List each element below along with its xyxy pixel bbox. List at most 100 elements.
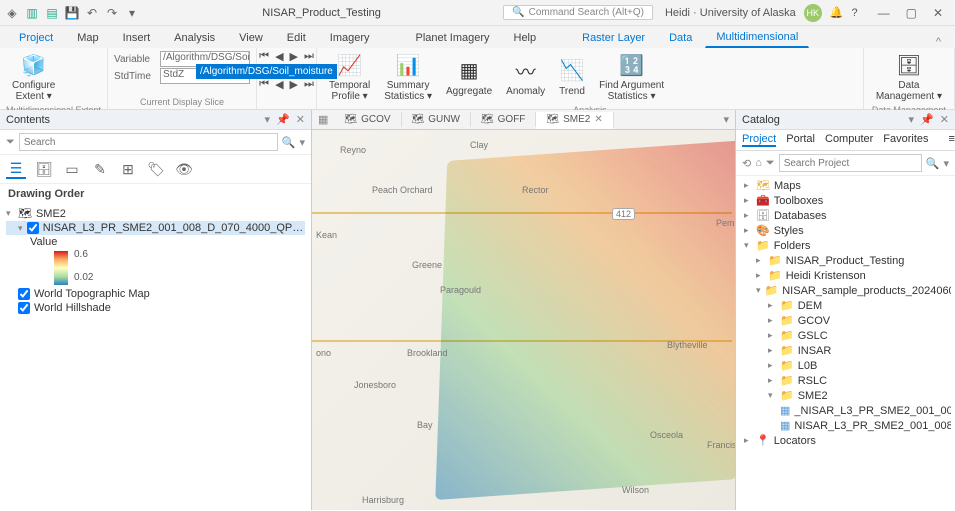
- close-icon[interactable]: ✕: [933, 6, 943, 20]
- tab-multidimensional[interactable]: Multidimensional: [705, 27, 809, 48]
- map-tab-active[interactable]: 🗺SME2✕: [536, 112, 613, 129]
- catalog-folder[interactable]: ▸📁RSLC: [740, 373, 951, 388]
- collapse-ribbon-icon[interactable]: ^: [930, 36, 947, 48]
- list-by-selection-icon[interactable]: ▭: [62, 159, 82, 179]
- list-by-labeling-icon[interactable]: 🏷: [146, 159, 166, 179]
- tab-raster-layer[interactable]: Raster Layer: [571, 28, 656, 48]
- redo-icon[interactable]: ↷: [104, 5, 120, 21]
- catalog-item-folders[interactable]: ▾📁Folders: [740, 238, 951, 253]
- catalog-dataset[interactable]: ▦_NISAR_L3_PR_SME2_001_008_D_070_4000_..…: [740, 403, 951, 418]
- last-slice-icon[interactable]: ⏭: [304, 50, 314, 63]
- filter-icon[interactable]: ⏷: [6, 136, 15, 149]
- catalog-item-databases[interactable]: ▸🗄Databases: [740, 208, 951, 223]
- qat-dropdown-icon[interactable]: ▾: [124, 5, 140, 21]
- tab-data[interactable]: Data: [658, 28, 703, 48]
- new-project-icon[interactable]: ▥: [24, 5, 40, 21]
- data-management-button[interactable]: 🗄Data Management ▾: [870, 50, 948, 104]
- close-tab-icon[interactable]: ✕: [594, 114, 602, 125]
- help-icon[interactable]: ?: [851, 7, 857, 19]
- last-slice-icon[interactable]: ⏭: [304, 78, 314, 91]
- map-tab[interactable]: 🗺GCOV: [334, 112, 401, 127]
- catalog-item-maps[interactable]: ▸🗺Maps: [740, 178, 951, 193]
- list-by-editing-icon[interactable]: ✎: [90, 159, 110, 179]
- tab-insert[interactable]: Insert: [112, 28, 162, 48]
- find-argument-button[interactable]: 🔢Find Argument Statistics ▾: [593, 50, 670, 104]
- catalog-search-input[interactable]: [779, 154, 922, 172]
- tab-analysis[interactable]: Analysis: [163, 28, 226, 48]
- catalog-tab-favorites[interactable]: Favorites: [883, 133, 928, 147]
- list-by-source-icon[interactable]: 🗄: [34, 159, 54, 179]
- close-pane-icon[interactable]: ✕: [940, 113, 949, 126]
- catalog-folder[interactable]: ▸📁NISAR_Product_Testing: [740, 253, 951, 268]
- back-icon[interactable]: ⟲: [742, 157, 751, 170]
- options-icon[interactable]: ▾: [265, 113, 271, 126]
- tab-planet-imagery[interactable]: Planet Imagery: [405, 28, 501, 48]
- autohide-icon[interactable]: 📌: [276, 113, 290, 126]
- map-tab[interactable]: 🗺GOFF: [471, 112, 536, 127]
- prev-slice-icon[interactable]: ◀: [275, 78, 283, 91]
- list-by-snapping-icon[interactable]: ⊞: [118, 159, 138, 179]
- tab-menu-icon[interactable]: ▾: [717, 113, 735, 126]
- catalog-item-locators[interactable]: ▸📍Locators: [740, 433, 951, 448]
- map-frame-item[interactable]: ▾🗺SME2: [6, 206, 305, 221]
- contents-search-input[interactable]: [19, 133, 278, 151]
- user-area[interactable]: Heidi · University of Alaska HK 🔔 ?: [657, 4, 866, 22]
- next-slice-icon[interactable]: ▶: [290, 78, 298, 91]
- catalog-item-toolboxes[interactable]: ▸🧰Toolboxes: [740, 193, 951, 208]
- catalog-dataset[interactable]: ▦NISAR_L3_PR_SME2_001_008_D_070_4000_Q..…: [740, 418, 951, 433]
- layer-visibility-checkbox[interactable]: [27, 222, 39, 234]
- layer-visibility-checkbox[interactable]: [18, 288, 30, 300]
- view-list-icon[interactable]: ▦: [312, 113, 334, 126]
- summary-statistics-button[interactable]: 📊Summary Statistics ▾: [378, 50, 438, 104]
- aggregate-button[interactable]: ▦Aggregate: [440, 50, 498, 104]
- list-by-perception-icon[interactable]: 👁: [174, 159, 194, 179]
- map-tab[interactable]: 🗺GUNW: [402, 112, 471, 127]
- tab-view[interactable]: View: [228, 28, 274, 48]
- catalog-folder[interactable]: ▸📁L0B: [740, 358, 951, 373]
- filter-icon[interactable]: ⏷: [766, 157, 775, 170]
- search-icon[interactable]: 🔍: [926, 157, 940, 170]
- first-slice-icon[interactable]: ⏮: [259, 50, 269, 63]
- options-icon[interactable]: ▾: [909, 113, 915, 126]
- catalog-item-styles[interactable]: ▸🎨Styles: [740, 223, 951, 238]
- command-search[interactable]: 🔍 Command Search (Alt+Q): [503, 5, 653, 20]
- tab-map[interactable]: Map: [66, 28, 109, 48]
- layer-visibility-checkbox[interactable]: [18, 302, 30, 314]
- variable-dropdown-item[interactable]: /Algorithm/DSG/Soil_moisture: [196, 64, 337, 79]
- list-by-drawing-order-icon[interactable]: ☰: [6, 159, 26, 179]
- catalog-folder[interactable]: ▾📁SME2: [740, 388, 951, 403]
- search-icon[interactable]: 🔍: [282, 136, 296, 149]
- undo-icon[interactable]: ↶: [84, 5, 100, 21]
- save-icon[interactable]: 💾: [64, 5, 80, 21]
- catalog-tab-portal[interactable]: Portal: [786, 133, 815, 147]
- tab-imagery[interactable]: Imagery: [319, 28, 381, 48]
- tab-help[interactable]: Help: [503, 28, 548, 48]
- anomaly-button[interactable]: 〰Anomaly: [500, 50, 551, 104]
- basemap-item[interactable]: World Topographic Map: [6, 287, 305, 301]
- search-options-icon[interactable]: ▾: [299, 136, 305, 149]
- autohide-icon[interactable]: 📌: [920, 113, 934, 126]
- catalog-folder[interactable]: ▸📁Heidi Kristenson: [740, 268, 951, 283]
- catalog-tab-computer[interactable]: Computer: [825, 133, 873, 147]
- catalog-folder[interactable]: ▾📁NISAR_sample_products_20240607_R4.0.2: [740, 283, 951, 298]
- layer-item[interactable]: ▾NISAR_L3_PR_SME2_001_008_D_070_4000_QPN…: [6, 221, 305, 235]
- search-options-icon[interactable]: ▾: [943, 157, 949, 170]
- next-slice-icon[interactable]: ▶: [290, 50, 298, 63]
- catalog-folder[interactable]: ▸📁GSLC: [740, 328, 951, 343]
- notifications-icon[interactable]: 🔔: [830, 6, 844, 19]
- catalog-tab-project[interactable]: Project: [742, 133, 776, 147]
- basemap-item[interactable]: World Hillshade: [6, 301, 305, 315]
- tab-edit[interactable]: Edit: [276, 28, 317, 48]
- trend-button[interactable]: 📉Trend: [553, 50, 591, 104]
- minimize-icon[interactable]: —: [878, 6, 890, 20]
- tab-project[interactable]: Project: [8, 28, 64, 48]
- prev-slice-icon[interactable]: ◀: [275, 50, 283, 63]
- catalog-folder[interactable]: ▸📁INSAR: [740, 343, 951, 358]
- close-pane-icon[interactable]: ✕: [296, 113, 305, 126]
- home-icon[interactable]: ⌂: [755, 157, 762, 169]
- map-canvas[interactable]: Reyno Clay Peach Orchard Rector Greene P…: [312, 130, 735, 510]
- catalog-folder[interactable]: ▸📁DEM: [740, 298, 951, 313]
- open-icon[interactable]: ▤: [44, 5, 60, 21]
- catalog-folder[interactable]: ▸📁GCOV: [740, 313, 951, 328]
- configure-extent-button[interactable]: 🧊 Configure Extent ▾: [6, 50, 61, 104]
